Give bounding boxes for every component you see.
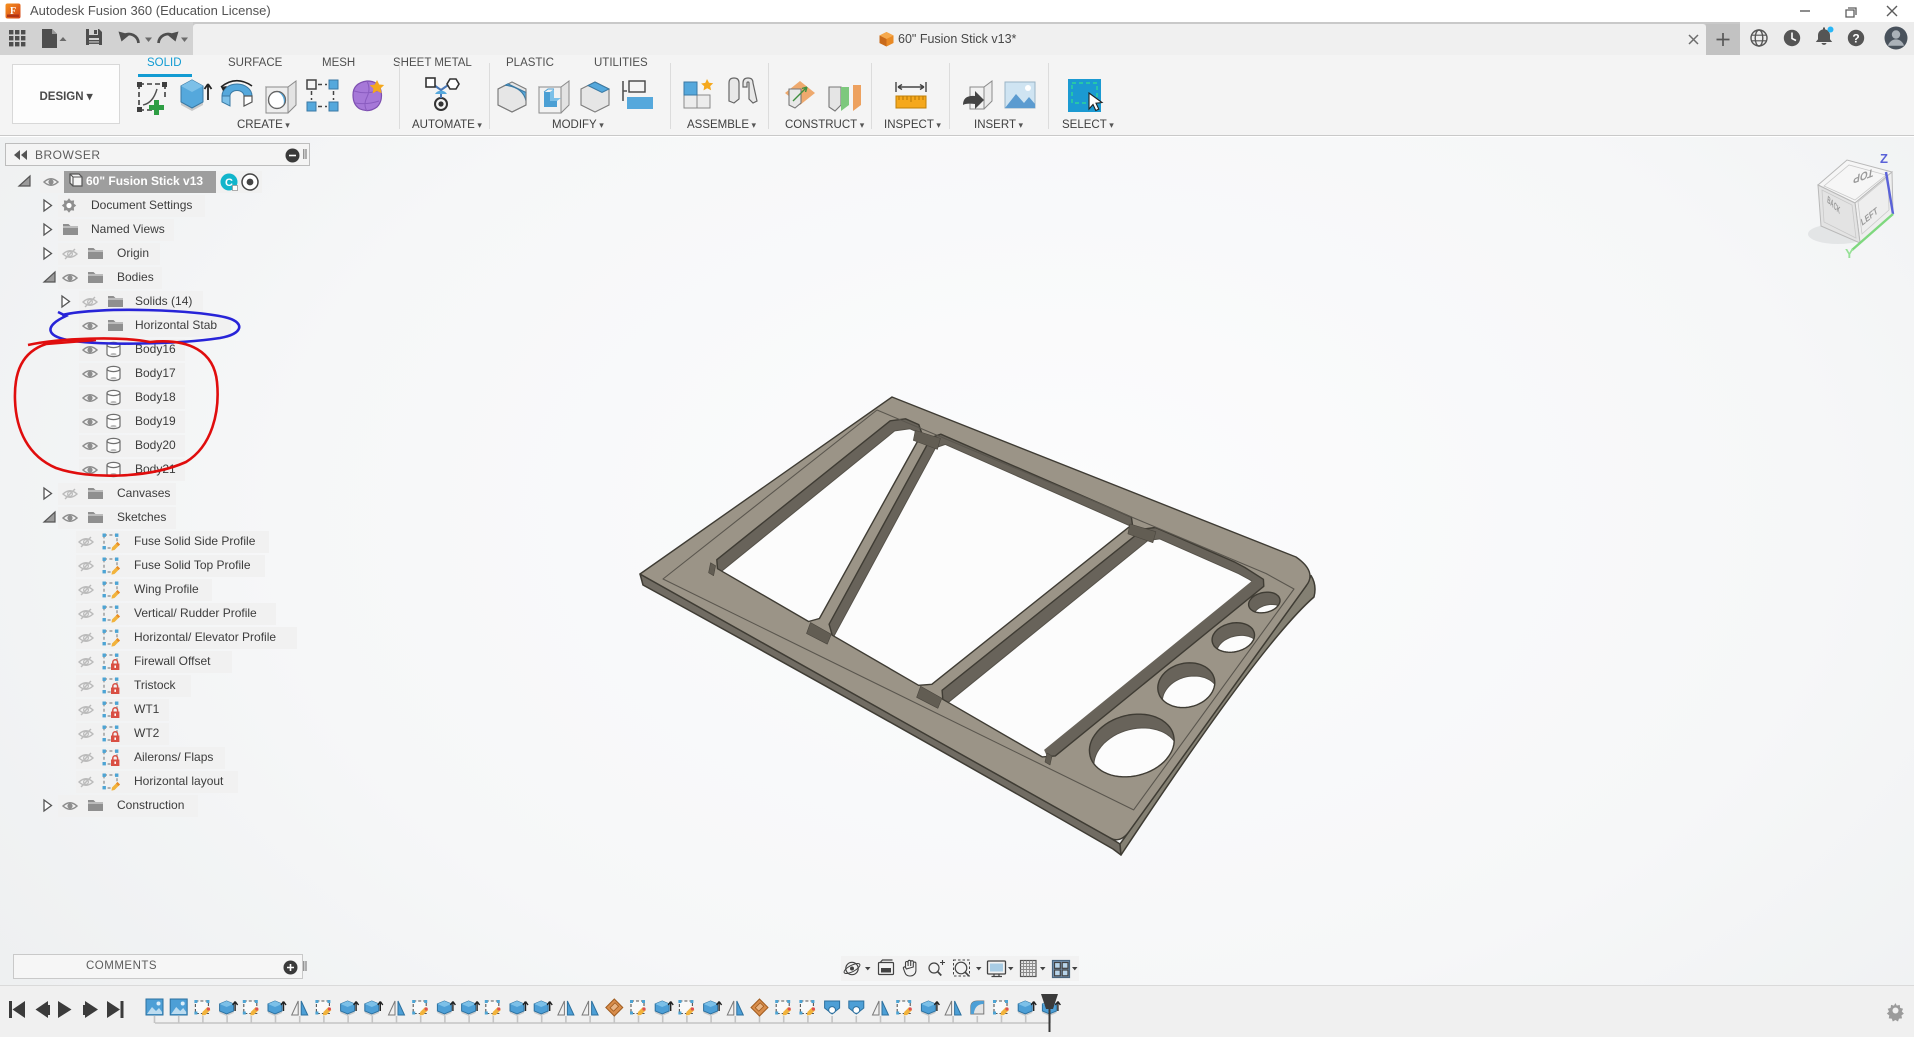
svg-text:Y: Y (1845, 246, 1854, 261)
svg-text:?: ? (1852, 32, 1859, 46)
svg-text:Z: Z (1880, 151, 1888, 166)
svg-text:C: C (225, 177, 233, 189)
